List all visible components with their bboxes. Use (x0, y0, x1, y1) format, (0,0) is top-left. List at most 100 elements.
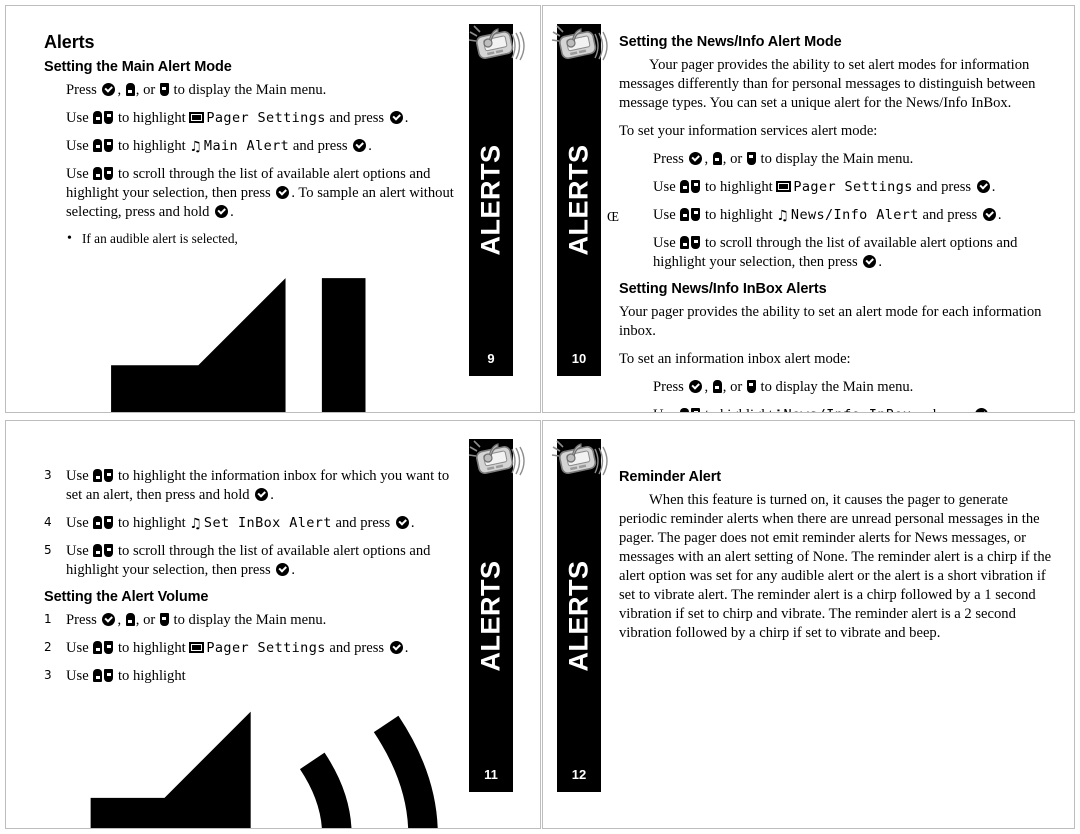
step-text-pre: Use (66, 668, 93, 684)
music-note-icon: ♫ (189, 515, 202, 532)
step-text-pre: Press (653, 150, 688, 167)
step-text-mid2: , or (722, 150, 746, 167)
step-text-pre: Use (653, 407, 679, 412)
page-11: ALERTS 11 3 Use to highlight the informa… (5, 420, 541, 829)
up-arrow-key-icon (712, 151, 722, 165)
pager-alert-icon (462, 435, 528, 485)
up-arrow-key-icon (125, 613, 135, 627)
step-text-pre: Use (66, 514, 93, 531)
up-arrow-key-icon (93, 641, 103, 655)
step-text-pre: Use (66, 109, 93, 126)
page-number: 9 (487, 351, 495, 366)
down-arrow-key-icon (104, 167, 114, 181)
select-check-button-icon (276, 563, 290, 577)
step-text-pre: Use (653, 178, 680, 195)
step-item: Use to highlight ♫ Main Alert and press . (66, 137, 372, 155)
step-text-mid: to highlight (701, 206, 777, 223)
music-note-icon: ♫ (189, 138, 202, 155)
step-text-mid: to highlight (114, 109, 190, 126)
step-text-mid: to highlight (114, 137, 190, 154)
down-arrow-key-icon (746, 379, 756, 393)
page-number: 11 (484, 767, 498, 782)
step-text-mid: to highlight (114, 668, 186, 684)
select-check-button-icon (982, 207, 996, 221)
page-number: 12 (571, 767, 587, 782)
menu-item-label: Pager Settings (206, 640, 326, 657)
down-arrow-key-icon (691, 407, 701, 412)
up-arrow-key-icon (712, 379, 722, 393)
page-title: Alerts (44, 32, 95, 52)
up-arrow-key-icon (93, 110, 103, 124)
pager-alert-icon (462, 20, 528, 70)
step-marker: 2 (44, 640, 52, 655)
step-item: Use to scroll through the list of availa… (653, 235, 1018, 270)
menu-item-label: News/Info InBox (783, 407, 911, 412)
select-check-button-icon (395, 515, 409, 529)
down-arrow-key-icon (159, 83, 169, 96)
chapter-tab-10: ALERTS 10 (557, 24, 601, 376)
step-text-mid: to highlight (114, 514, 190, 531)
step-text-mid1: , (704, 150, 712, 167)
up-arrow-key-icon (680, 407, 690, 412)
up-arrow-key-icon (93, 515, 103, 529)
select-check-button-icon (863, 254, 877, 268)
step-item: 5 Use to scroll through the list of avail… (44, 543, 431, 579)
step-item: Press , , or to display the Main menu. (44, 81, 460, 100)
step-text-pre: Use (66, 166, 93, 183)
step-item: 2 Use to highlight Pager Settings and pre… (44, 640, 409, 657)
step-item: 4 Use to highlight ♫ Set InBox Alert and p… (44, 514, 415, 532)
select-check-button-icon (389, 641, 403, 655)
step-text-pre: Use (653, 235, 680, 251)
paragraph: When this feature is turned on, it cause… (619, 492, 1052, 641)
chapter-tab-11: ALERTS 11 (469, 439, 513, 792)
step-text-mid: to highlight (701, 407, 776, 412)
step-marker: 3 (44, 468, 52, 482)
step-text-mid1: , (117, 612, 125, 629)
step-text-post: to display the Main menu. (169, 82, 327, 98)
speaker-volume-icon (66, 687, 460, 828)
step-text-pre: Use (66, 468, 93, 484)
down-arrow-key-icon (159, 613, 169, 627)
down-arrow-key-icon (104, 669, 114, 682)
step-item: 1 Press , , or to display the Main menu. (44, 611, 460, 630)
step-text-pre: Use (653, 206, 680, 223)
step-item: Use to scroll through the list of availa… (66, 166, 454, 221)
chapter-tab-label: ALERTS (475, 144, 506, 256)
step-marker: 5 (44, 543, 52, 558)
page-9: ALERTS 9 Alerts Setting the Main Alert M… (5, 5, 541, 413)
step-text-post: and press (911, 407, 973, 412)
down-arrow-key-icon (104, 138, 114, 152)
step-item: Use to highlight iNews/Info InBox and pr… (619, 406, 1056, 412)
page-12: ALERTS 12 Reminder Alert When this featu… (542, 420, 1075, 829)
step-text-mid1: , (704, 378, 712, 395)
music-note-icon: ♫ (776, 207, 789, 224)
section-heading: Setting the Alert Volume (44, 589, 209, 606)
menu-item-label: Set InBox Alert (203, 514, 332, 531)
select-check-button-icon (102, 613, 116, 627)
step-text-post: and press (918, 206, 981, 223)
step-text-mid2: , or (722, 378, 746, 395)
down-arrow-key-icon (104, 515, 114, 529)
select-check-button-icon (255, 487, 269, 501)
step-text-post: to display the Main menu. (169, 612, 327, 629)
step-marker: 4 (44, 514, 52, 529)
down-arrow-key-icon (104, 544, 114, 558)
section-heading: Reminder Alert (619, 469, 722, 485)
step-text-mid: to scroll through the list of available … (66, 543, 431, 579)
pager-alert-icon (545, 20, 611, 70)
step-marker: Œ (607, 208, 620, 224)
up-arrow-key-icon (93, 167, 103, 181)
select-check-button-icon (689, 151, 703, 165)
step-text-mid2: , or (135, 612, 159, 629)
step-text-post: and press (331, 514, 394, 531)
step-marker: 1 (44, 612, 52, 627)
step-text-mid: to highlight (701, 178, 777, 195)
down-arrow-key-icon (104, 469, 114, 482)
chapter-tab-label: ALERTS (563, 144, 594, 256)
page-10-body: Setting the News/Info Alert Mode Your pa… (607, 32, 1056, 412)
pager-settings-display-icon (776, 180, 792, 192)
up-arrow-key-icon (93, 669, 103, 682)
select-check-button-icon (976, 179, 990, 193)
step-text-pre: Press (66, 612, 101, 629)
step-item: Use to highlight Pager Settings and pres… (66, 109, 409, 126)
